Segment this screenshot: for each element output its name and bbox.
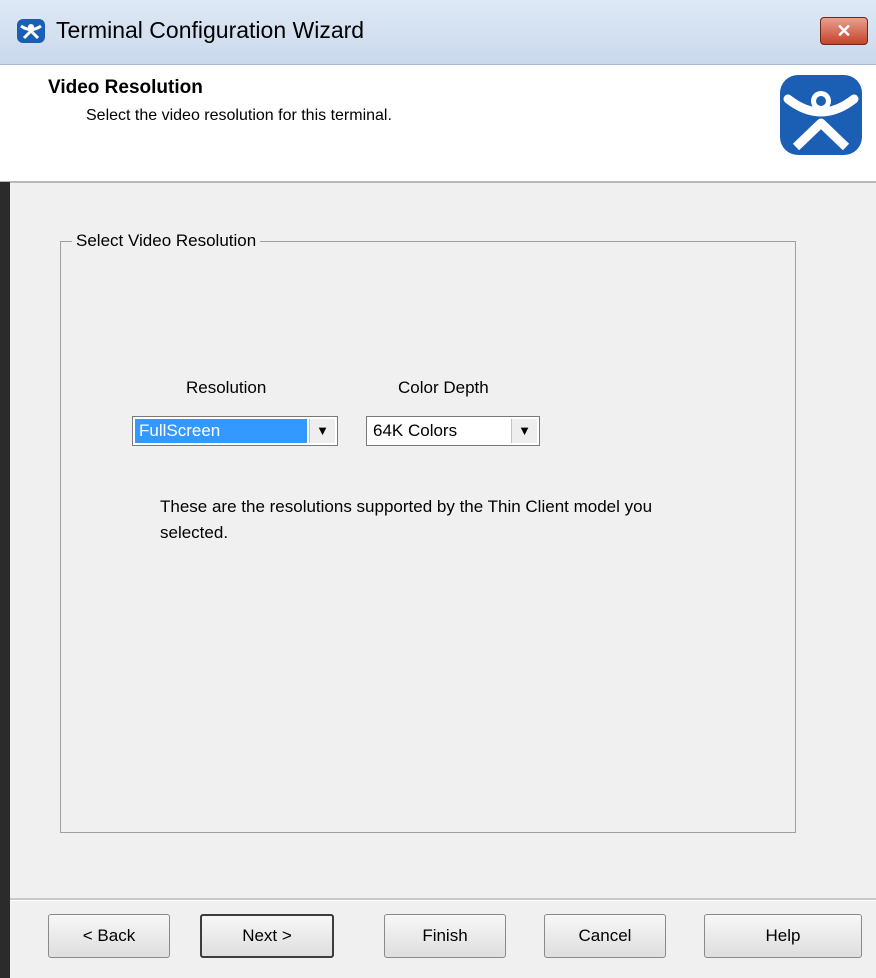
window-title: Terminal Configuration Wizard	[56, 17, 365, 43]
resolution-description: These are the resolutions supported by t…	[160, 497, 653, 542]
next-button[interactable]: Next >	[200, 914, 334, 958]
wizard-window: Terminal Configuration Wizard ✕ Video Re…	[0, 0, 876, 978]
resolution-dropdown[interactable]: FullScreen ▼	[132, 416, 338, 446]
page-title: Video Resolution	[48, 77, 203, 98]
help-button[interactable]: Help	[704, 914, 862, 958]
title-bar[interactable]: Terminal Configuration Wizard ✕	[0, 0, 876, 65]
resolution-label: Resolution	[186, 378, 267, 397]
resolution-value: FullScreen	[135, 419, 307, 443]
group-legend: Select Video Resolution	[72, 231, 261, 251]
color-depth-label: Color Depth	[398, 378, 489, 397]
chevron-down-icon: ▼	[518, 423, 531, 438]
thinmanager-logo	[780, 75, 862, 155]
color-depth-value: 64K Colors	[373, 421, 458, 440]
footer-divider	[10, 898, 876, 901]
window-left-edge	[0, 182, 10, 978]
close-button[interactable]: ✕	[820, 17, 868, 45]
chevron-down-icon: ▼	[316, 423, 329, 438]
finish-button[interactable]: Finish	[384, 914, 506, 958]
color-depth-dropdown-arrow[interactable]: ▼	[511, 419, 537, 443]
thinmanager-icon	[17, 19, 45, 43]
wizard-header: Video Resolution Select the video resolu…	[0, 65, 876, 183]
page-subtitle: Select the video resolution for this ter…	[86, 107, 392, 124]
resolution-dropdown-arrow[interactable]: ▼	[309, 419, 335, 443]
close-icon: ✕	[836, 21, 852, 41]
color-depth-dropdown[interactable]: 64K Colors ▼	[366, 416, 540, 446]
back-button[interactable]: < Back	[48, 914, 170, 958]
cancel-button[interactable]: Cancel	[544, 914, 666, 958]
